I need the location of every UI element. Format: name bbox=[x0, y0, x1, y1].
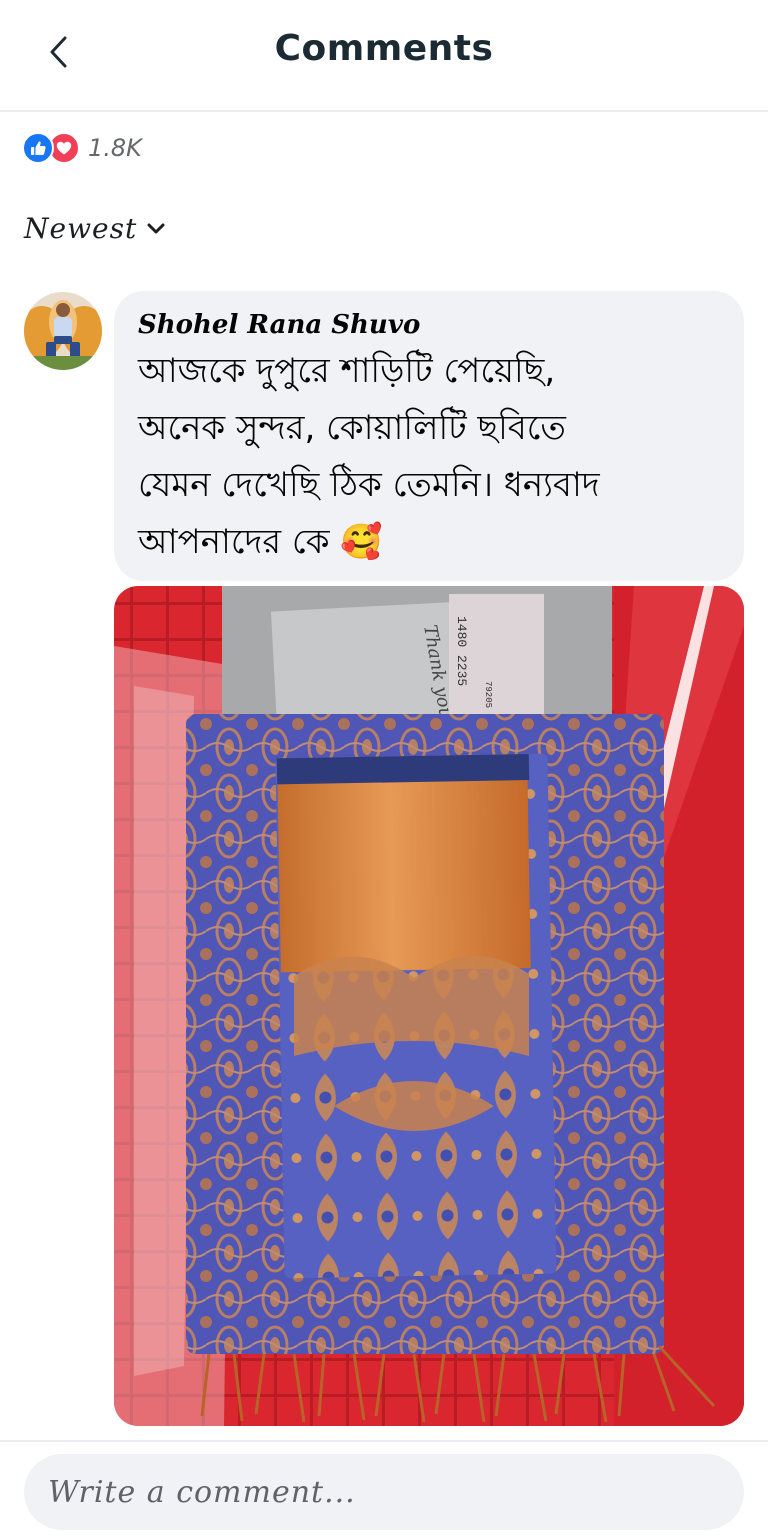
avatar-photo bbox=[24, 292, 102, 370]
comment-line: আপনাদের কে 🥰 bbox=[138, 522, 383, 562]
comment-author[interactable]: Shohel Rana Shuvo bbox=[138, 305, 420, 345]
header-bar: Comments bbox=[0, 0, 768, 112]
reactions-summary[interactable]: 1.8K bbox=[22, 130, 142, 166]
avatar[interactable] bbox=[24, 292, 102, 370]
chevron-down-icon bbox=[147, 223, 165, 234]
page-title: Comments bbox=[274, 28, 494, 69]
sort-dropdown[interactable]: Newest bbox=[24, 208, 165, 248]
sort-label: Newest bbox=[24, 211, 138, 245]
comment-input[interactable] bbox=[24, 1454, 744, 1530]
comment-line: আজকে দুপুরে শাড়িটি পেয়েছি, bbox=[138, 351, 556, 391]
comment-line: যেমন দেখেছি ঠিক তেমনি। ধন্যবাদ bbox=[138, 465, 600, 505]
svg-text:79205: 79205 bbox=[483, 681, 493, 708]
comment-text: আজকে দুপুরে শাড়িটি পেয়েছি, অনেক সুন্দর… bbox=[138, 343, 728, 571]
comment-photo[interactable]: 1480 2235 79205 Thank you bbox=[114, 586, 744, 1426]
like-icon bbox=[22, 132, 54, 164]
comment-line: অনেক সুন্দর, কোয়ালিটি ছবিতে bbox=[138, 408, 566, 448]
svg-text:1480 2235: 1480 2235 bbox=[454, 616, 469, 686]
reaction-count: 1.8K bbox=[88, 134, 142, 162]
comment-bubble[interactable]: Shohel Rana Shuvo আজকে দুপুরে শাড়িটি পে… bbox=[114, 291, 744, 581]
comment-composer bbox=[0, 1440, 768, 1538]
saree-package-image: 1480 2235 79205 Thank you bbox=[114, 586, 744, 1426]
